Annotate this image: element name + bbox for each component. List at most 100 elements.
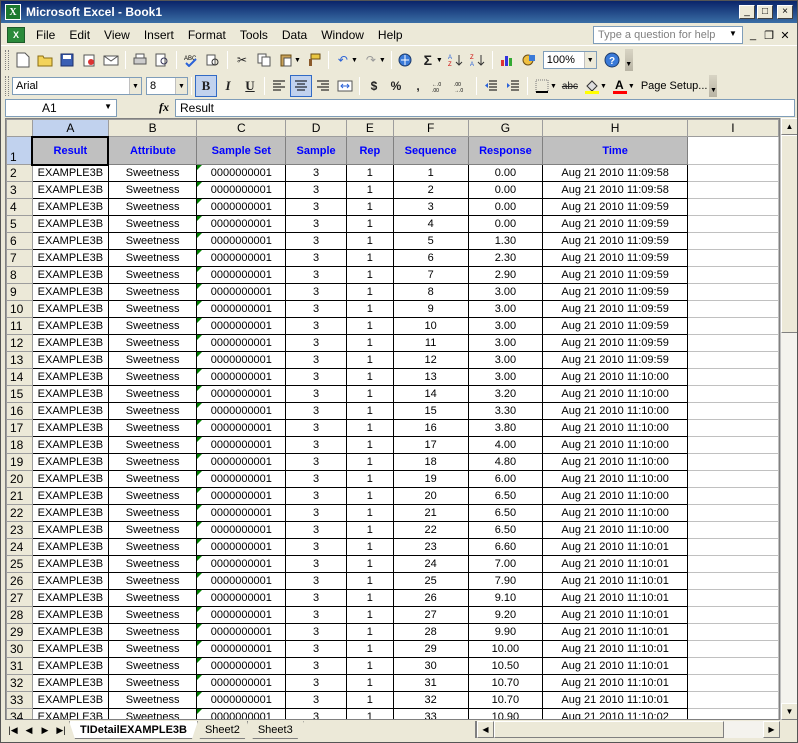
row-header[interactable]: 18 (6, 436, 33, 454)
hyperlink-icon[interactable] (395, 49, 417, 71)
cell-attribute[interactable]: Sweetness (107, 453, 198, 471)
cell-result[interactable]: EXAMPLE3B (31, 283, 109, 301)
cell-sample[interactable]: 3 (285, 691, 347, 709)
cell-attribute[interactable]: Sweetness (107, 232, 198, 250)
cell-empty[interactable] (686, 606, 779, 624)
row-header[interactable]: 16 (6, 402, 33, 420)
cell-sample-set[interactable]: 0000000001 (196, 385, 287, 403)
cell-rep[interactable]: 1 (345, 385, 394, 403)
cell-response[interactable]: 3.30 (467, 402, 544, 420)
cell-rep[interactable]: 1 (345, 419, 394, 437)
cell-sample-set[interactable]: 0000000001 (196, 453, 287, 471)
toolbar-options-icon[interactable]: ▼ (709, 75, 718, 97)
cell-sample[interactable]: 3 (285, 674, 347, 692)
cell-result[interactable]: EXAMPLE3B (31, 691, 109, 709)
cell-result[interactable]: EXAMPLE3B (31, 368, 109, 386)
name-box[interactable]: A1 ▼ (5, 99, 117, 117)
cell-attribute[interactable]: Sweetness (107, 215, 198, 233)
menu-data[interactable]: Data (275, 28, 314, 42)
scroll-right-icon[interactable]: ▶ (763, 721, 780, 738)
drawing-icon[interactable] (518, 49, 540, 71)
cell-response[interactable]: 4.80 (467, 453, 544, 471)
cell-attribute[interactable]: Sweetness (107, 708, 198, 719)
cell-rep[interactable]: 1 (345, 623, 394, 641)
toolbar-options-icon[interactable]: ▼ (624, 49, 633, 71)
page-setup-button[interactable]: Page Setup... (641, 80, 708, 92)
cell-sample[interactable]: 3 (285, 657, 347, 675)
cell-sequence[interactable]: 23 (392, 538, 469, 556)
cell-response[interactable]: 6.50 (467, 504, 544, 522)
cell-empty[interactable] (686, 419, 779, 437)
cell-time[interactable]: Aug 21 2010 11:10:00 (542, 368, 688, 386)
cell-time[interactable]: Aug 21 2010 11:09:59 (542, 249, 688, 267)
cell-time[interactable]: Aug 21 2010 11:10:00 (542, 385, 688, 403)
cell-sample[interactable]: 3 (285, 453, 347, 471)
cell-rep[interactable]: 1 (345, 487, 394, 505)
underline-button[interactable]: U (239, 75, 261, 97)
merge-center-icon[interactable] (334, 75, 356, 97)
cell-rep[interactable]: 1 (345, 351, 394, 369)
row-header[interactable]: 12 (6, 334, 33, 352)
row-header[interactable]: 34 (6, 708, 33, 719)
cell-result[interactable]: EXAMPLE3B (31, 606, 109, 624)
cell-sample-set[interactable]: 0000000001 (196, 232, 287, 250)
format-painter-icon[interactable] (303, 49, 325, 71)
cell-attribute[interactable]: Sweetness (107, 351, 198, 369)
font-name-dropdown-icon[interactable]: ▼ (129, 78, 141, 94)
sheet-tab-sheet2[interactable]: Sheet2 (194, 721, 251, 739)
cell-result[interactable]: EXAMPLE3B (31, 164, 109, 182)
cell-attribute[interactable]: Sweetness (107, 402, 198, 420)
cell-time[interactable]: Aug 21 2010 11:10:01 (542, 640, 688, 658)
cell-sample-set[interactable]: 0000000001 (196, 538, 287, 556)
cell-sample-set[interactable]: 0000000001 (196, 351, 287, 369)
header-cell-sequence[interactable]: Sequence (392, 136, 469, 165)
print-icon[interactable] (129, 49, 151, 71)
cell-sequence[interactable]: 32 (392, 691, 469, 709)
cell-empty[interactable] (686, 504, 779, 522)
cell-sample-set[interactable]: 0000000001 (196, 317, 287, 335)
cell-response[interactable]: 10.90 (467, 708, 544, 719)
cell-attribute[interactable]: Sweetness (107, 538, 198, 556)
cell-sample-set[interactable]: 0000000001 (196, 402, 287, 420)
cell-sample-set[interactable]: 0000000001 (196, 419, 287, 437)
cell-sample-set[interactable]: 0000000001 (196, 708, 287, 719)
cell-sequence[interactable]: 24 (392, 555, 469, 573)
workbook-icon[interactable]: X (7, 26, 25, 43)
worksheet-grid[interactable]: A B C D E F G H I 1 Result Attribute Sam… (5, 118, 780, 720)
cell-time[interactable]: Aug 21 2010 11:10:00 (542, 402, 688, 420)
cell-attribute[interactable]: Sweetness (107, 487, 198, 505)
cell-rep[interactable]: 1 (345, 521, 394, 539)
row-header[interactable]: 10 (6, 300, 33, 318)
cell-sequence[interactable]: 19 (392, 470, 469, 488)
cell-response[interactable]: 9.20 (467, 606, 544, 624)
cell-rep[interactable]: 1 (345, 249, 394, 267)
cell-sample[interactable]: 3 (285, 334, 347, 352)
cell-attribute[interactable]: Sweetness (107, 368, 198, 386)
cell-rep[interactable]: 1 (345, 572, 394, 590)
cut-icon[interactable]: ✂ (231, 49, 253, 71)
row-header[interactable]: 20 (6, 470, 33, 488)
cell-result[interactable]: EXAMPLE3B (31, 470, 109, 488)
cell-response[interactable]: 3.80 (467, 419, 544, 437)
cell-empty[interactable] (686, 453, 779, 471)
column-header-g[interactable]: G (467, 119, 544, 137)
menu-edit[interactable]: Edit (62, 28, 97, 42)
excel-app-icon[interactable]: X (5, 4, 21, 20)
row-header[interactable]: 11 (6, 317, 33, 335)
vertical-scrollbar[interactable]: ▲ ▼ (780, 118, 797, 720)
cell-time[interactable]: Aug 21 2010 11:10:01 (542, 572, 688, 590)
sheet-tab-tidetail[interactable]: TIDetailEXAMPLE3B (69, 721, 198, 739)
row-header[interactable]: 21 (6, 487, 33, 505)
paste-dropdown-icon[interactable]: ▼ (294, 57, 301, 64)
cell-response[interactable]: 6.00 (467, 470, 544, 488)
cell-sequence[interactable]: 10 (392, 317, 469, 335)
cell-response[interactable]: 3.00 (467, 368, 544, 386)
cell-response[interactable]: 10.70 (467, 674, 544, 692)
decrease-indent-icon[interactable] (480, 75, 502, 97)
cell-result[interactable]: EXAMPLE3B (31, 708, 109, 719)
fill-color-dropdown-icon[interactable]: ▼ (600, 83, 607, 90)
cell-result[interactable]: EXAMPLE3B (31, 351, 109, 369)
cell-sequence[interactable]: 30 (392, 657, 469, 675)
cell-rep[interactable]: 1 (345, 300, 394, 318)
cell-response[interactable]: 0.00 (467, 215, 544, 233)
